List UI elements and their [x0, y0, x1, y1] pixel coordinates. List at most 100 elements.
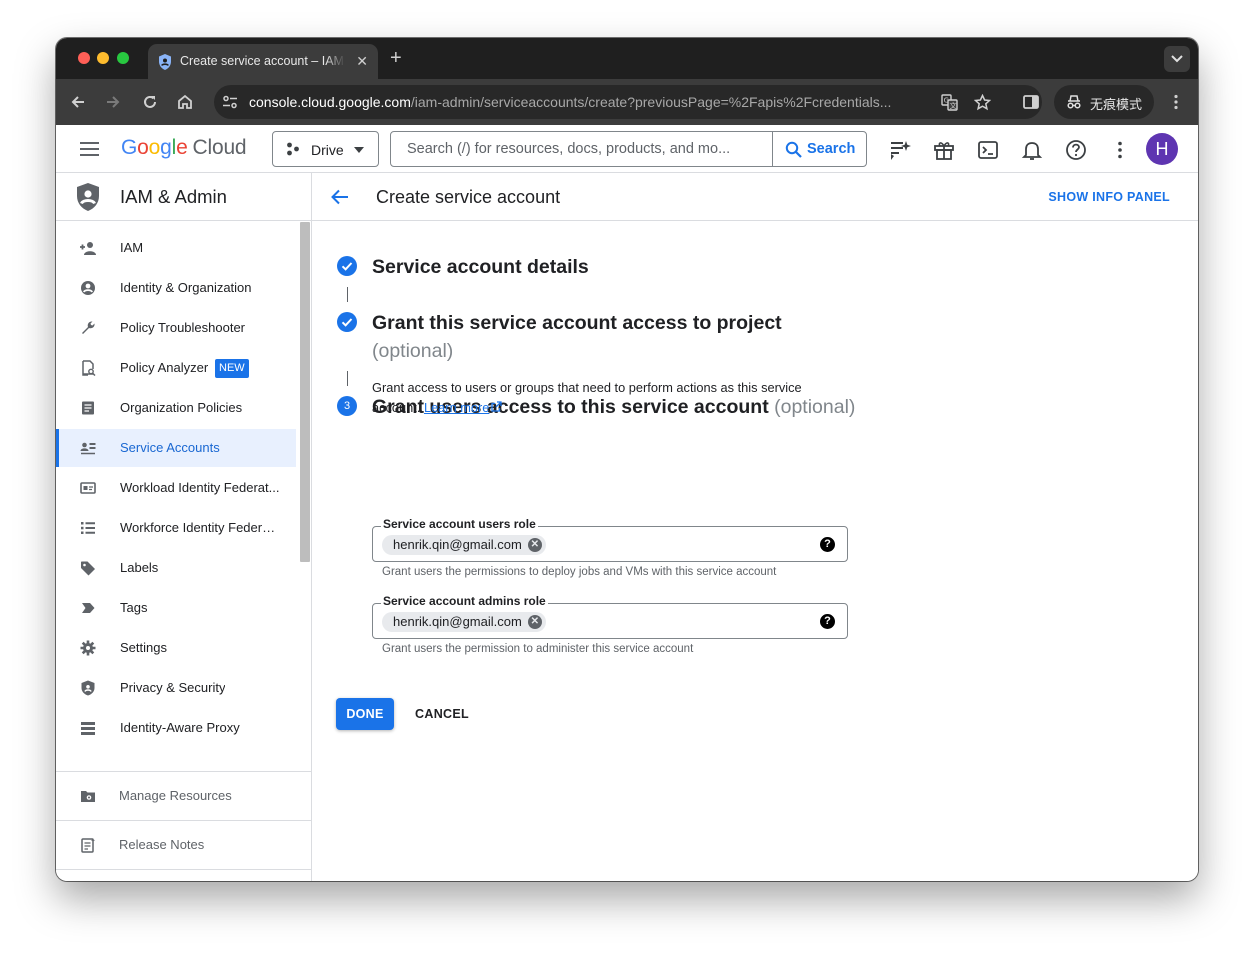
sidebar-item-label: Settings	[120, 640, 167, 655]
proxy-icon	[81, 722, 95, 735]
project-picker[interactable]: Drive	[272, 131, 379, 167]
policy-analyzer-icon	[82, 360, 96, 376]
translate-icon[interactable]: 文G	[941, 94, 958, 111]
learn-more-link[interactable]: Learn more	[424, 400, 503, 415]
chip-text: henrik.qin@gmail.com	[393, 614, 522, 629]
step-3-number-icon: 3	[337, 396, 357, 416]
step-optional-text: (optional)	[372, 340, 454, 362]
reload-icon[interactable]	[141, 93, 159, 111]
url-text[interactable]: console.cloud.google.com/iam-admin/servi…	[249, 94, 934, 110]
sidebar-item-labels[interactable]: Labels	[56, 549, 296, 587]
search-bar[interactable]: Search	[390, 131, 867, 167]
bookmark-star-icon[interactable]	[974, 94, 991, 111]
sidebar-footer-release-notes[interactable]: Release Notes	[56, 820, 312, 869]
google-cloud-logo[interactable]: Google Cloud	[121, 136, 247, 160]
step-3-description: Grant access to users or groups that nee…	[372, 378, 842, 418]
chevron-down-icon	[1171, 55, 1183, 63]
chip-remove-icon[interactable]: ✕	[527, 615, 542, 629]
sidebar-item-label: Organization Policies	[120, 400, 243, 415]
incognito-icon	[1067, 95, 1081, 109]
sidebar-item-organization-policies[interactable]: Organization Policies	[56, 389, 296, 427]
site-settings-icon[interactable]	[222, 94, 238, 110]
step-complete-check-icon	[337, 256, 357, 276]
minimize-window-button[interactable]	[97, 52, 109, 64]
tab-title: Create service account – IAM & Admin	[180, 54, 345, 68]
browser-toolbar: console.cloud.google.com/iam-admin/servi…	[56, 79, 1198, 125]
close-window-button[interactable]	[78, 52, 90, 64]
new-tab-button[interactable]: +	[390, 47, 402, 69]
logo-letter: g	[160, 136, 172, 159]
users-role-hint: Grant users the permissions to deploy jo…	[382, 566, 777, 578]
search-button[interactable]: Search	[772, 132, 866, 166]
wrench-icon	[82, 321, 95, 334]
sidebar-nav: IAM Identity & Organization Policy Troub…	[56, 222, 312, 771]
side-panel-icon[interactable]	[1022, 93, 1040, 111]
step-connector	[347, 371, 348, 386]
sidebar-item-tags[interactable]: Tags	[56, 589, 296, 627]
sidebar-title: IAM & Admin	[120, 186, 227, 207]
dropdown-caret-icon	[354, 147, 364, 153]
sidebar-item-workforce-identity-federation[interactable]: Workforce Identity Federa...	[56, 509, 296, 547]
iam-shield-icon	[77, 183, 99, 211]
incognito-indicator[interactable]: 无痕模式	[1054, 85, 1154, 119]
logo-letter: o	[148, 136, 161, 159]
sidebar-footer-label: Manage Resources	[119, 788, 232, 803]
sidebar-item-policy-analyzer[interactable]: Policy Analyzer NEW	[56, 349, 296, 387]
help-icon[interactable]	[1065, 139, 1087, 161]
users-role-chip[interactable]: henrik.qin@gmail.com ✕	[382, 535, 546, 555]
service-account-icon	[80, 442, 96, 455]
sidebar-collapse-area	[56, 869, 312, 881]
sidebar-item-settings[interactable]: Settings	[56, 629, 296, 667]
step-title-text: Service account details	[372, 256, 589, 278]
main-content: Create service account SHOW INFO PANEL S…	[312, 173, 1198, 881]
sidebar-item-identity-aware-proxy[interactable]: Identity-Aware Proxy	[56, 709, 296, 747]
done-button[interactable]: DONE	[336, 698, 394, 730]
list-icon	[81, 522, 95, 534]
address-bar[interactable]: console.cloud.google.com/iam-admin/servi…	[214, 85, 1042, 119]
notifications-bell-icon[interactable]	[1021, 139, 1043, 161]
tab-search-button[interactable]	[1164, 46, 1190, 72]
cloud-shell-icon[interactable]	[977, 139, 999, 161]
step-2-title[interactable]: Grant this service account access to pro…	[372, 309, 812, 365]
sidebar-footer-manage-resources[interactable]: Manage Resources	[56, 771, 312, 820]
browser-tab-active[interactable]: Create service account – IAM & Admin ✕	[148, 44, 378, 79]
forward-icon[interactable]	[104, 93, 122, 111]
tab-strip: Create service account – IAM & Admin ✕ +	[56, 38, 1198, 79]
step-1-title[interactable]: Service account details	[372, 253, 589, 281]
gemini-chat-icon[interactable]	[889, 139, 911, 161]
tag-icon	[82, 603, 95, 613]
back-arrow-icon[interactable]	[330, 187, 350, 207]
sidebar-item-label: Identity & Organization	[120, 280, 252, 295]
sidebar-scrollbar[interactable]	[300, 222, 310, 562]
admins-role-field[interactable]: Service account admins role henrik.qin@g…	[372, 594, 848, 639]
step-title-text: Grant this service account access to pro…	[372, 312, 782, 334]
browser-menu-icon[interactable]	[1167, 93, 1185, 111]
account-avatar[interactable]: H	[1146, 133, 1178, 165]
search-input[interactable]	[392, 133, 772, 165]
sidebar-item-iam[interactable]: IAM	[56, 229, 296, 267]
person-add-icon	[80, 242, 96, 255]
show-info-panel-button[interactable]: SHOW INFO PANEL	[1048, 190, 1170, 204]
sidebar-item-label: Policy Troubleshooter	[120, 320, 246, 335]
step-connector	[347, 287, 348, 302]
help-icon[interactable]: ?	[820, 537, 835, 552]
sidebar-item-identity-organization[interactable]: Identity & Organization	[56, 269, 296, 307]
cancel-button[interactable]: CANCEL	[408, 698, 476, 730]
sidebar-item-workload-identity-federation[interactable]: Workload Identity Federat...	[56, 469, 296, 507]
gift-icon[interactable]	[933, 139, 955, 161]
tab-close-icon[interactable]: ✕	[356, 53, 368, 69]
hamburger-menu-icon[interactable]	[80, 141, 99, 157]
admins-role-chip[interactable]: henrik.qin@gmail.com ✕	[382, 612, 546, 632]
more-options-icon[interactable]	[1109, 139, 1131, 161]
sidebar-item-privacy-security[interactable]: Privacy & Security	[56, 669, 296, 707]
back-icon[interactable]	[69, 93, 87, 111]
maximize-window-button[interactable]	[117, 52, 129, 64]
sidebar-item-policy-troubleshooter[interactable]: Policy Troubleshooter	[56, 309, 296, 347]
home-icon[interactable]	[176, 93, 194, 111]
chip-text: henrik.qin@gmail.com	[393, 537, 522, 552]
step-complete-check-icon	[337, 312, 357, 332]
users-role-field[interactable]: Service account users role henrik.qin@gm…	[372, 517, 848, 562]
sidebar-item-service-accounts[interactable]: Service Accounts	[56, 429, 296, 467]
help-icon[interactable]: ?	[820, 614, 835, 629]
chip-remove-icon[interactable]: ✕	[527, 538, 542, 552]
